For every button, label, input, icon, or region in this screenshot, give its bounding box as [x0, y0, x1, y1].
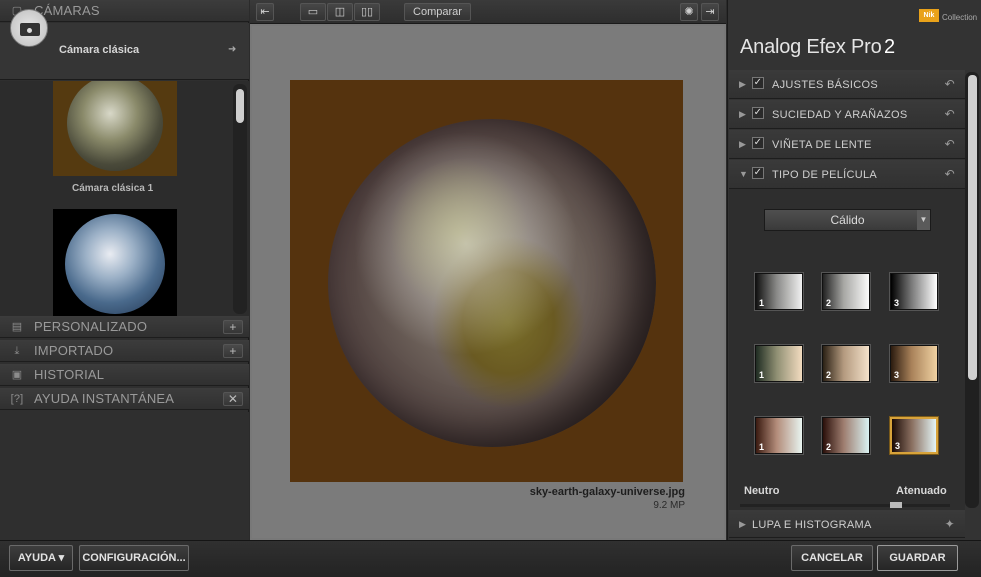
- single-view-icon[interactable]: ▭: [300, 3, 326, 21]
- film-swatch[interactable]: 1: [754, 344, 804, 383]
- section-checkbox[interactable]: ✓: [752, 77, 764, 89]
- section-label: LUPA E HISTOGRAMA: [752, 519, 872, 531]
- split-view-icon[interactable]: ◫: [327, 3, 353, 21]
- arrow-right-icon[interactable]: ➜: [228, 44, 236, 55]
- chevron-right-icon[interactable]: ▶: [739, 139, 746, 150]
- browse-icon[interactable]: ⇤: [256, 3, 274, 21]
- file-name: sky-earth-galaxy-universe.jpg: [529, 486, 685, 498]
- section-label: PERSONALIZADO: [34, 319, 148, 334]
- section-basic-adjustments[interactable]: ▶ ✓ AJUSTES BÁSICOS ↶: [729, 70, 965, 99]
- film-swatch[interactable]: 2: [821, 344, 871, 383]
- add-button[interactable]: +: [223, 320, 243, 334]
- nik-logo: Nik: [919, 9, 939, 22]
- section-label: SUCIEDAD Y ARAÑAZOS: [772, 109, 908, 121]
- section-lens-vignette[interactable]: ▶ ✓ VIÑETA DE LENTE ↶: [729, 130, 965, 159]
- slider-handle[interactable]: [890, 502, 902, 508]
- side-by-side-view-icon[interactable]: ▯▯: [354, 3, 380, 21]
- slider-min-label: Neutro: [744, 485, 780, 497]
- exit-icon[interactable]: ⇥: [701, 3, 719, 21]
- cancel-button[interactable]: CANCELAR: [791, 545, 873, 571]
- add-button[interactable]: +: [223, 344, 243, 358]
- section-label: VIÑETA DE LENTE: [772, 139, 872, 151]
- help-button[interactable]: AYUDA ▾: [9, 545, 73, 571]
- section-label: IMPORTADO: [34, 343, 114, 358]
- section-checkbox[interactable]: ✓: [752, 167, 764, 179]
- chevron-down-icon[interactable]: ▼: [917, 210, 930, 230]
- import-icon: ⤓: [14, 344, 20, 357]
- left-panel-empty: [0, 412, 249, 540]
- thumbnail-preset-2[interactable]: [53, 209, 177, 316]
- section-film-type[interactable]: ▼ ✓ TIPO DE PELÍCULA ↶: [729, 160, 965, 189]
- right-scrollbar-thumb[interactable]: [968, 75, 977, 380]
- classic-camera-icon: [10, 9, 48, 47]
- image-megapixels: 9.2 MP: [653, 500, 685, 511]
- nik-collection-label: Collection: [942, 13, 978, 22]
- section-label: AYUDA INSTANTÁNEA: [34, 391, 175, 406]
- thumbnail-scrollbar-thumb[interactable]: [236, 89, 244, 123]
- thumbnail-label: Cámara clásica 1: [72, 183, 154, 194]
- undo-icon[interactable]: ↶: [945, 77, 955, 91]
- section-label: AJUSTES BÁSICOS: [772, 79, 878, 91]
- app-title: Analog Efex Pro: [740, 36, 882, 58]
- chevron-right-icon[interactable]: ▶: [739, 109, 746, 120]
- save-button[interactable]: GUARDAR: [877, 545, 958, 571]
- thumbnail-preset-1[interactable]: [53, 81, 177, 176]
- film-swatch[interactable]: 3: [889, 344, 939, 383]
- camera-name: Cámara clásica: [59, 44, 140, 56]
- app-version: 2: [884, 36, 896, 58]
- film-type-select[interactable]: Cálido: [764, 209, 931, 231]
- film-strength-slider[interactable]: [740, 504, 950, 507]
- section-history[interactable]: ▣ HISTORIAL: [0, 364, 249, 386]
- lightbulb-icon[interactable]: ✺: [680, 3, 698, 21]
- film-swatch[interactable]: 2: [821, 416, 871, 455]
- film-swatch[interactable]: 2: [821, 272, 871, 311]
- settings-button[interactable]: CONFIGURACIÓN...: [79, 545, 189, 571]
- undo-icon[interactable]: ↶: [945, 137, 955, 151]
- compare-button[interactable]: Comparar: [404, 3, 471, 21]
- film-swatch-selected[interactable]: 3: [889, 416, 939, 455]
- section-loupe-histogram[interactable]: ▶ LUPA E HISTOGRAMA ✦: [729, 510, 965, 538]
- film-swatch[interactable]: 3: [889, 272, 939, 311]
- film-swatch[interactable]: 1: [754, 416, 804, 455]
- film-swatch[interactable]: 1: [754, 272, 804, 311]
- close-button[interactable]: ✕: [223, 392, 243, 406]
- section-custom[interactable]: ▤ PERSONALIZADO +: [0, 316, 249, 338]
- pin-icon[interactable]: ✦: [945, 517, 955, 531]
- section-label: TIPO DE PELÍCULA: [772, 169, 878, 181]
- history-icon: ▣: [11, 368, 23, 381]
- section-checkbox[interactable]: ✓: [752, 107, 764, 119]
- custom-icon: ▤: [11, 320, 23, 333]
- preview-image[interactable]: [290, 80, 683, 482]
- slider-max-label: Atenuado: [896, 485, 947, 497]
- chevron-right-icon[interactable]: ▶: [739, 79, 746, 90]
- undo-icon[interactable]: ↶: [945, 107, 955, 121]
- section-quick-help[interactable]: [?] AYUDA INSTANTÁNEA ✕: [0, 388, 249, 410]
- undo-icon[interactable]: ↶: [945, 167, 955, 181]
- section-label: HISTORIAL: [34, 367, 105, 382]
- section-checkbox[interactable]: ✓: [752, 137, 764, 149]
- section-imported[interactable]: ⤓ IMPORTADO +: [0, 340, 249, 362]
- section-dirt-scratches[interactable]: ▶ ✓ SUCIEDAD Y ARAÑAZOS ↶: [729, 100, 965, 129]
- help-icon: [?]: [10, 392, 24, 405]
- chevron-down-icon[interactable]: ▼: [739, 169, 748, 179]
- chevron-right-icon[interactable]: ▶: [739, 519, 746, 530]
